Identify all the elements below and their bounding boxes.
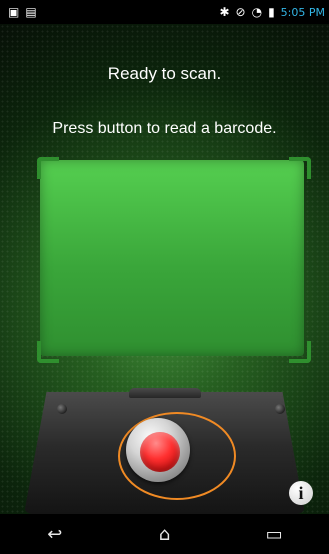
status-time: 5:05 PM (280, 5, 325, 19)
home-button[interactable]: ⌂ (137, 520, 191, 548)
scan-corner-top-right (289, 157, 311, 179)
signal-off-icon: ⊘ (235, 5, 246, 19)
ready-title: Ready to scan. (107, 64, 222, 83)
bag-icon: ▤ (25, 5, 37, 19)
status-bar: ▣ ▤ ✱ ⊘ ◔ ▮ 5:05 PM (0, 0, 329, 24)
right-screw-icon (275, 404, 285, 414)
back-button[interactable]: ↩ (28, 520, 82, 548)
info-button[interactable]: i (289, 481, 313, 505)
image-icon: ▣ (8, 5, 20, 19)
scan-instruction: Press button to read a barcode. (52, 120, 277, 137)
scan-window (40, 160, 304, 356)
wifi-icon: ◔ (251, 5, 263, 19)
status-right-icons: ✱ ⊘ ◔ ▮ 5:05 PM (219, 6, 325, 19)
recent-apps-button[interactable]: ▭ (247, 520, 301, 548)
scan-corner-bottom-right (289, 341, 311, 363)
scan-button-core[interactable] (140, 432, 180, 472)
scan-corner-bottom-left (37, 341, 59, 363)
navigation-bar: ↩ ⌂ ▭ (0, 514, 329, 554)
left-screw-icon (57, 404, 67, 414)
scan-corner-top-left (37, 157, 59, 179)
battery-icon: ▮ (268, 5, 275, 19)
bluetooth-icon: ✱ (219, 5, 230, 19)
status-left-icons: ▣ ▤ (8, 6, 37, 18)
device-top-lip (129, 388, 201, 398)
